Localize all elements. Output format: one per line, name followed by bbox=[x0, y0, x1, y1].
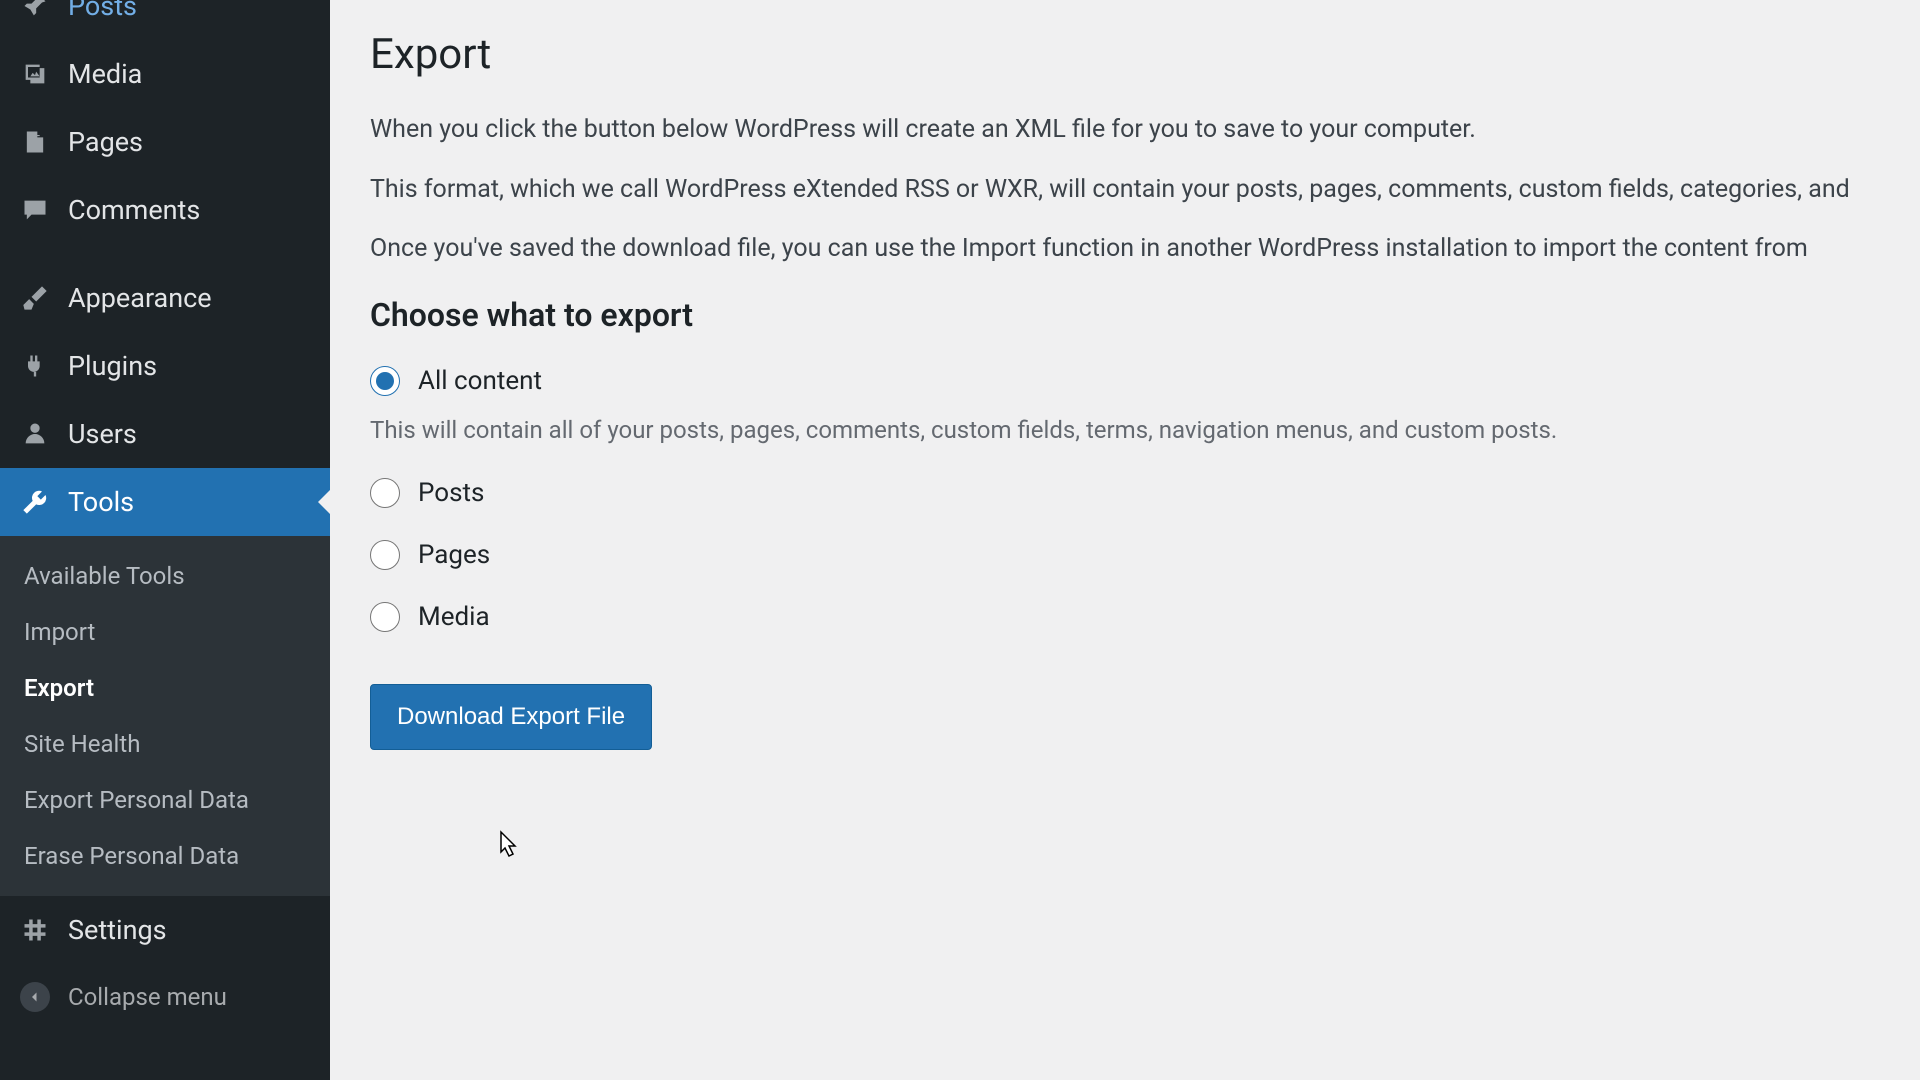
sidebar-item-comments[interactable]: Comments bbox=[0, 176, 330, 244]
user-icon bbox=[20, 419, 50, 449]
sidebar-item-media[interactable]: Media bbox=[0, 40, 330, 108]
sidebar-item-label: Settings bbox=[68, 914, 167, 946]
radio-pages-label[interactable]: Pages bbox=[418, 540, 490, 570]
brush-icon bbox=[20, 283, 50, 313]
sidebar-item-users[interactable]: Users bbox=[0, 400, 330, 468]
sidebar-item-settings[interactable]: Settings bbox=[0, 896, 330, 964]
radio-media[interactable]: Media bbox=[370, 602, 1880, 632]
sidebar-item-posts[interactable]: Posts bbox=[0, 0, 330, 40]
radio-media-input[interactable] bbox=[370, 602, 400, 632]
wrench-icon bbox=[20, 487, 50, 517]
menu-separator bbox=[0, 244, 330, 264]
sidebar-item-appearance[interactable]: Appearance bbox=[0, 264, 330, 332]
submenu-export-personal[interactable]: Export Personal Data bbox=[0, 772, 330, 828]
radio-posts-input[interactable] bbox=[370, 478, 400, 508]
sidebar-item-label: Plugins bbox=[68, 350, 157, 382]
submenu-erase-personal[interactable]: Erase Personal Data bbox=[0, 828, 330, 884]
submenu-export[interactable]: Export bbox=[0, 660, 330, 716]
section-title: Choose what to export bbox=[370, 296, 1880, 334]
radio-pages-input[interactable] bbox=[370, 540, 400, 570]
intro-paragraph-2: This format, which we call WordPress eXt… bbox=[370, 171, 1880, 209]
main-content: Export When you click the button below W… bbox=[330, 0, 1920, 1080]
radio-media-label[interactable]: Media bbox=[418, 602, 490, 632]
pin-icon bbox=[20, 0, 50, 21]
admin-sidebar: Posts Media Pages Comments Appearance Pl… bbox=[0, 0, 330, 1080]
settings-icon bbox=[20, 915, 50, 945]
submenu-site-health[interactable]: Site Health bbox=[0, 716, 330, 772]
radio-posts-label[interactable]: Posts bbox=[418, 478, 484, 508]
radio-all-label[interactable]: All content bbox=[418, 366, 542, 396]
radio-all-input[interactable] bbox=[370, 366, 400, 396]
sidebar-item-label: Pages bbox=[68, 126, 143, 158]
comment-icon bbox=[20, 195, 50, 225]
media-icon bbox=[20, 59, 50, 89]
collapse-label: Collapse menu bbox=[68, 983, 227, 1011]
collapse-icon bbox=[20, 982, 50, 1012]
sidebar-item-label: Comments bbox=[68, 194, 200, 226]
sidebar-item-label: Appearance bbox=[68, 282, 212, 314]
page-icon bbox=[20, 127, 50, 157]
tools-submenu: Available Tools Import Export Site Healt… bbox=[0, 536, 330, 896]
radio-all-desc: This will contain all of your posts, pag… bbox=[370, 416, 1880, 444]
intro-paragraph-1: When you click the button below WordPres… bbox=[370, 111, 1880, 149]
sidebar-item-plugins[interactable]: Plugins bbox=[0, 332, 330, 400]
sidebar-item-pages[interactable]: Pages bbox=[0, 108, 330, 176]
collapse-menu[interactable]: Collapse menu bbox=[0, 964, 330, 1030]
radio-all-content[interactable]: All content bbox=[370, 366, 1880, 396]
intro-paragraph-3: Once you've saved the download file, you… bbox=[370, 230, 1880, 268]
submenu-import[interactable]: Import bbox=[0, 604, 330, 660]
submenu-available-tools[interactable]: Available Tools bbox=[0, 548, 330, 604]
download-export-button[interactable]: Download Export File bbox=[370, 684, 652, 750]
radio-posts[interactable]: Posts bbox=[370, 478, 1880, 508]
sidebar-item-label: Tools bbox=[68, 486, 134, 518]
sidebar-item-tools[interactable]: Tools bbox=[0, 468, 330, 536]
plug-icon bbox=[20, 351, 50, 381]
page-title: Export bbox=[370, 30, 1880, 79]
sidebar-item-label: Media bbox=[68, 58, 142, 90]
sidebar-item-label: Users bbox=[68, 418, 137, 450]
radio-pages[interactable]: Pages bbox=[370, 540, 1880, 570]
sidebar-item-label: Posts bbox=[68, 0, 137, 22]
